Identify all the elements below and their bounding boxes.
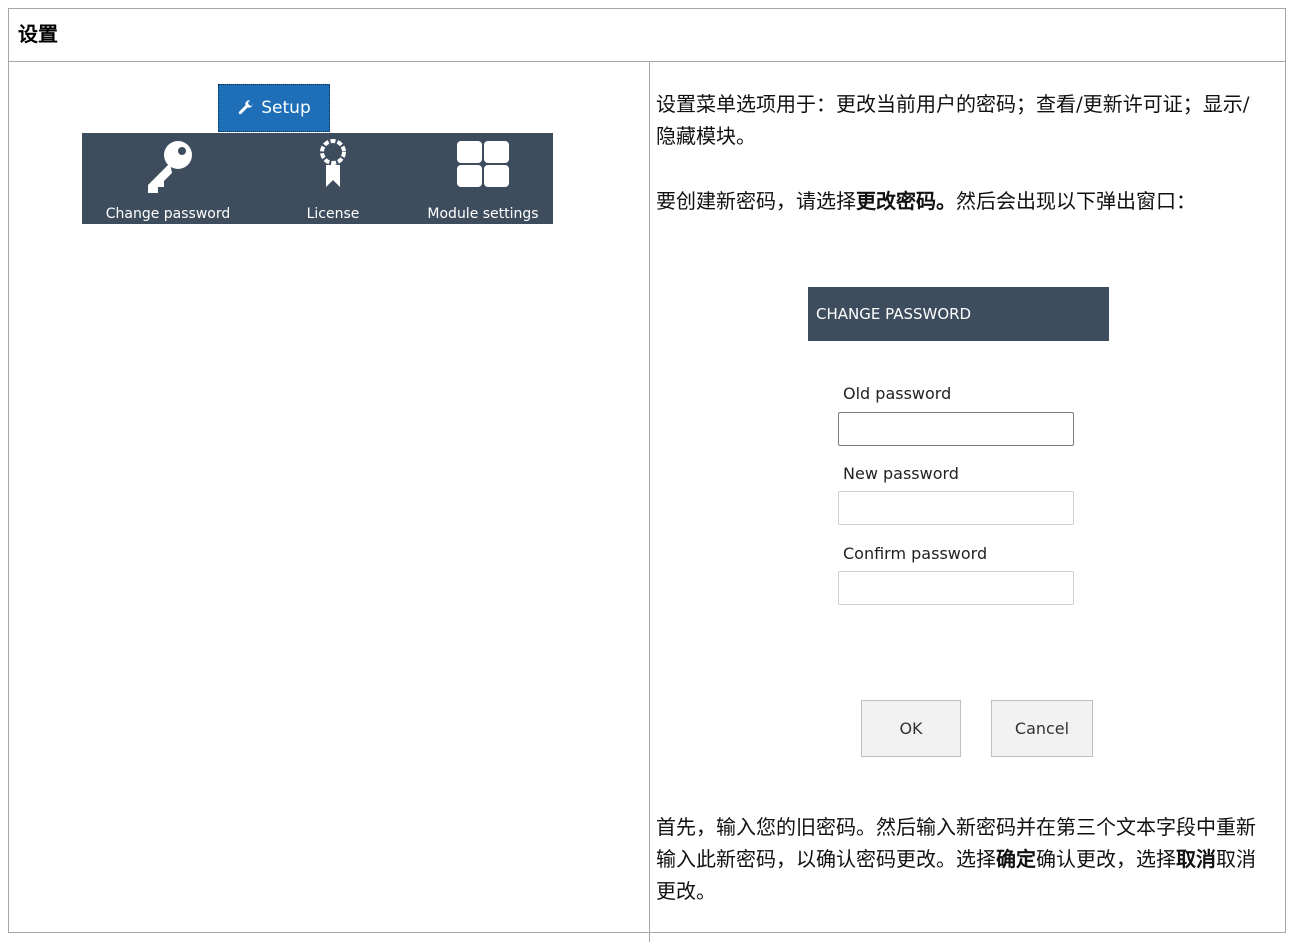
old-password-field[interactable] (838, 412, 1074, 446)
ribbon-toolbar: Change password License Module settings (82, 133, 553, 224)
ok-button[interactable]: OK (861, 700, 961, 757)
wrench-icon (239, 100, 254, 115)
setup-tab[interactable]: Setup (218, 84, 330, 132)
new-password-label: New password (843, 464, 959, 483)
new-password-field[interactable] (838, 491, 1074, 525)
module-settings-button[interactable]: Module settings (418, 133, 548, 224)
confirm-password-label: Confirm password (843, 544, 988, 563)
ribbon-item-label: Change password (105, 206, 231, 222)
create-password-paragraph: 要创建新密码，请选择更改密码。然后会出现以下弹出窗口： (656, 185, 1266, 217)
grid-icon (457, 141, 509, 187)
final-part-2: 确认更改，选择 (1036, 847, 1176, 871)
create-suffix: 然后会出现以下弹出窗口： (956, 189, 1196, 213)
section-title: 设置 (18, 22, 58, 46)
cancel-term: 取消 (1176, 847, 1216, 871)
confirm-password-field[interactable] (838, 571, 1074, 605)
setup-tab-label: Setup (261, 98, 311, 118)
change-password-button[interactable]: Change password (88, 133, 248, 224)
ok-term: 确定 (996, 847, 1036, 871)
ribbon-item-label: Module settings (427, 206, 539, 222)
license-button[interactable]: License (278, 133, 388, 224)
cancel-button[interactable]: Cancel (991, 700, 1093, 757)
old-password-label: Old password (843, 384, 952, 403)
ribbon-award-icon (320, 139, 346, 187)
final-paragraph: 首先，输入您的旧密码。然后输入新密码并在第三个文本字段中重新输入此新密码，以确认… (656, 811, 1266, 907)
create-prefix: 要创建新密码，请选择 (656, 189, 856, 213)
column-divider (649, 62, 650, 942)
ribbon-item-label: License (306, 206, 360, 222)
section-header: 设置 (9, 9, 1285, 62)
key-icon (148, 141, 192, 193)
intro-paragraph: 设置菜单选项用于：更改当前用户的密码；查看/更新许可证；显示/隐藏模块。 (656, 92, 1250, 148)
change-password-term: 更改密码。 (856, 189, 956, 213)
dialog-title: CHANGE PASSWORD (808, 287, 1109, 341)
